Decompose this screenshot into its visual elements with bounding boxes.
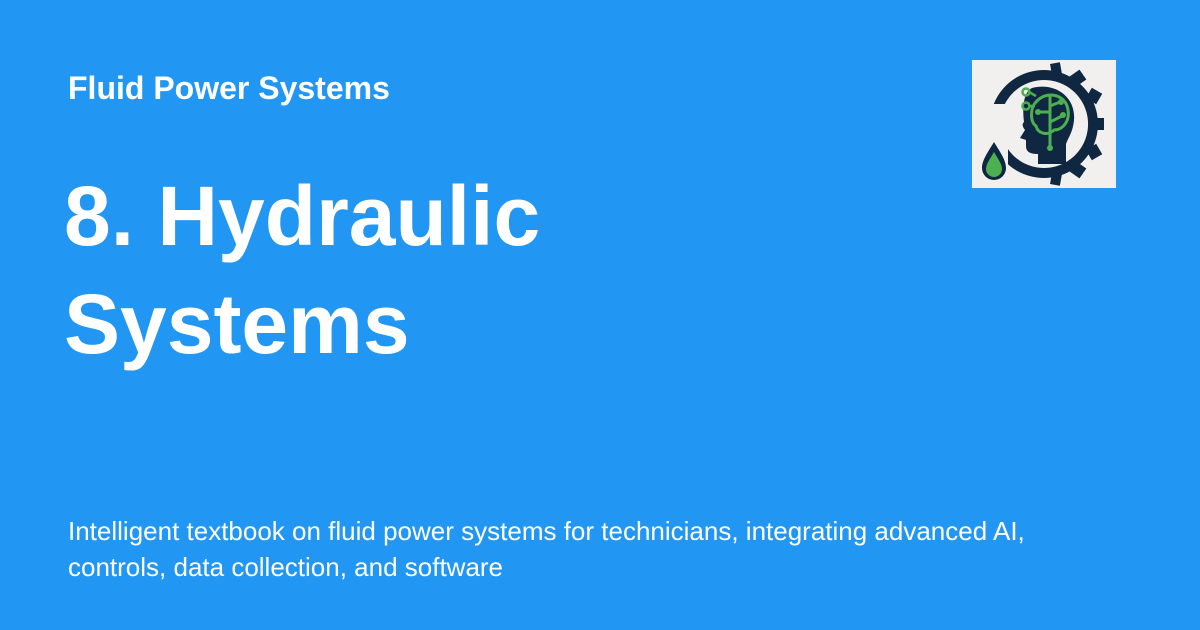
logo	[972, 60, 1116, 188]
social-card: Fluid Power Systems 8. Hydraulic Systems…	[0, 0, 1200, 630]
ai-head-gear-oil-drop-icon	[972, 62, 1104, 186]
page-description: Intelligent textbook on fluid power syst…	[68, 516, 1025, 582]
site-name: Fluid Power Systems	[68, 70, 390, 106]
page-title: 8. Hydraulic Systems	[64, 169, 541, 371]
